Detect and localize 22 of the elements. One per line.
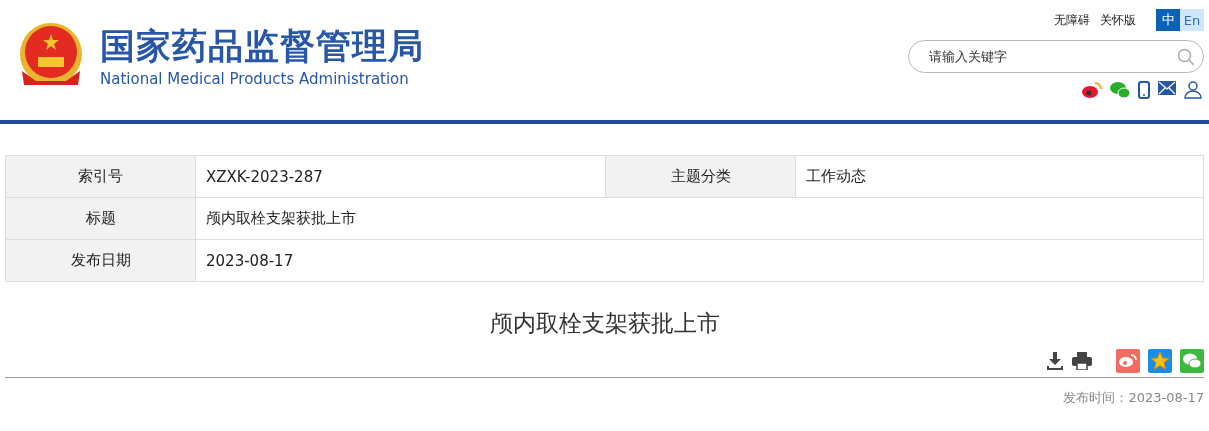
field-label: 主题分类 xyxy=(606,156,796,197)
site-title: 国家药品监督管理局 xyxy=(100,25,424,68)
user-icon[interactable] xyxy=(1184,81,1202,99)
mail-icon[interactable] xyxy=(1158,81,1176,95)
top-link[interactable]: 关怀版 xyxy=(1100,11,1136,29)
language-tab[interactable]: 中 xyxy=(1156,9,1180,31)
field-value: 颅内取栓支架获批上市 xyxy=(205,208,357,229)
publish-time: 发布时间：2023-08-17 xyxy=(1062,389,1204,407)
field-value: 工作动态 xyxy=(805,166,867,187)
field-label: 标题 xyxy=(6,198,196,239)
print-icon[interactable] xyxy=(1072,352,1092,370)
site-subtitle: National Medical Products Administration xyxy=(100,70,410,88)
search-field[interactable]: 请输入关键字 xyxy=(908,40,1204,73)
field-value: 2023-08-17 xyxy=(205,250,295,272)
field-label: 发布日期 xyxy=(6,240,196,281)
phone-icon[interactable] xyxy=(1138,81,1150,99)
article-title: 颅内取栓支架获批上市 xyxy=(488,309,721,338)
star-share-button[interactable] xyxy=(1148,349,1172,373)
download-icon[interactable] xyxy=(1046,352,1064,370)
top-link[interactable]: 无障碍 xyxy=(1054,11,1090,29)
field-label: 索引号 xyxy=(6,156,196,197)
language-tab[interactable]: En xyxy=(1180,9,1204,31)
